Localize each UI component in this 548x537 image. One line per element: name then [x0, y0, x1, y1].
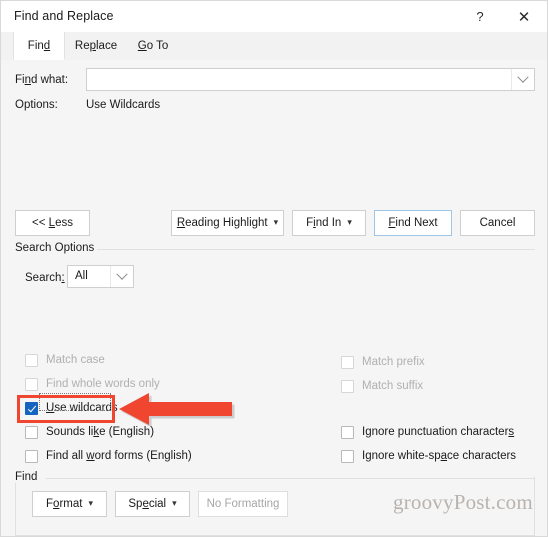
reading-highlight-label: Reading Highlight	[176, 217, 268, 229]
watermark: groovyPost.com	[393, 490, 533, 514]
options-value: Use Wildcards	[86, 99, 161, 111]
checkbox-box	[25, 449, 38, 463]
find-in-label: Find In	[306, 217, 342, 229]
find-what-input[interactable]	[86, 68, 535, 91]
close-icon[interactable]: ✕	[505, 1, 543, 32]
help-icon[interactable]: ?	[461, 1, 499, 32]
find-and-replace-dialog: Find and Replace ? ✕ Find Replace Go To …	[0, 0, 548, 537]
find-next-label: Find Next	[388, 217, 438, 229]
chevron-down-icon[interactable]	[511, 69, 534, 90]
dialog-body: Find what: Options: Use Wildcards << Les…	[1, 60, 547, 536]
focus-outline	[39, 393, 111, 411]
chevron-down-icon[interactable]	[110, 266, 133, 287]
window-title: Find and Replace	[14, 9, 114, 23]
caret-down-icon: ▾	[347, 216, 352, 227]
special-button[interactable]: Special ▾	[115, 491, 190, 517]
format-button[interactable]: Format ▾	[32, 491, 107, 517]
checkbox-match-suffix[interactable]: Match suffix	[341, 378, 423, 394]
tab-goto[interactable]: Go To	[127, 32, 179, 60]
tab-strip: Find Replace Go To	[1, 32, 547, 61]
checkbox-find-whole-words-only[interactable]: Find whole words only	[25, 376, 160, 392]
checkbox-sounds-like[interactable]: Sounds like (English)	[25, 424, 154, 440]
checkbox-label: Match suffix	[362, 380, 424, 392]
options-label: Options:	[15, 99, 58, 111]
checkbox-label: Match prefix	[362, 356, 425, 368]
search-options-group-label: Search Options	[15, 242, 101, 254]
search-options-divider	[97, 249, 535, 250]
tab-goto-label: Go To	[137, 40, 169, 52]
checkbox-box	[341, 379, 354, 393]
checkbox-label: Find whole words only	[46, 378, 160, 390]
tab-find[interactable]: Find	[13, 32, 65, 60]
checkbox-box	[25, 425, 38, 439]
checkbox-box	[341, 355, 354, 369]
caret-down-icon: ▾	[273, 216, 279, 227]
special-button-label: Special	[128, 498, 167, 510]
checkbox-match-prefix[interactable]: Match prefix	[341, 354, 425, 370]
search-scope-value: All	[75, 270, 88, 282]
checkbox-box	[25, 377, 38, 391]
find-what-label: Find what:	[15, 74, 69, 86]
checkbox-label: Ignore white-space characters	[362, 450, 517, 462]
no-formatting-button[interactable]: No Formatting	[198, 491, 288, 517]
find-in-button[interactable]: Find In ▾	[292, 210, 366, 236]
find-next-button[interactable]: Find Next	[374, 210, 452, 236]
checkbox-box	[341, 449, 354, 463]
reading-highlight-button[interactable]: Reading Highlight ▾	[171, 210, 284, 236]
less-button[interactable]: << Less	[15, 210, 90, 236]
caret-down-icon: ▾	[88, 497, 93, 508]
checkbox-label: Find all word forms (English)	[46, 450, 192, 462]
checkbox-box	[341, 425, 354, 439]
search-scope-select[interactable]: All	[67, 265, 134, 288]
format-button-label: Format	[46, 498, 83, 510]
checkbox-find-all-word-forms[interactable]: Find all word forms (English)	[25, 448, 192, 464]
checkbox-match-case[interactable]: Match case	[25, 352, 105, 368]
search-scope-label: Search:	[25, 272, 65, 284]
less-button-label: << Less	[32, 217, 73, 229]
checkbox-label: Sounds like (English)	[46, 426, 155, 438]
tab-find-label: Find	[27, 39, 51, 52]
checkbox-ignore-white-space-characters[interactable]: Ignore white-space characters	[341, 448, 516, 464]
caret-down-icon: ▾	[172, 497, 177, 508]
tab-replace-label: Replace	[74, 40, 118, 52]
tab-replace[interactable]: Replace	[65, 32, 127, 60]
checkbox-box	[25, 401, 38, 415]
title-bar: Find and Replace ? ✕	[1, 1, 547, 32]
cancel-button[interactable]: Cancel	[460, 210, 535, 236]
checkbox-label: Ignore punctuation characters	[362, 426, 515, 438]
checkbox-ignore-punctuation-characters[interactable]: Ignore punctuation characters	[341, 424, 514, 440]
checkbox-box	[25, 353, 38, 367]
find-group-label: Find	[15, 471, 44, 483]
checkbox-label: Match case	[46, 354, 105, 366]
annotation-arrow-icon	[119, 393, 235, 428]
find-group-divider	[46, 478, 535, 479]
